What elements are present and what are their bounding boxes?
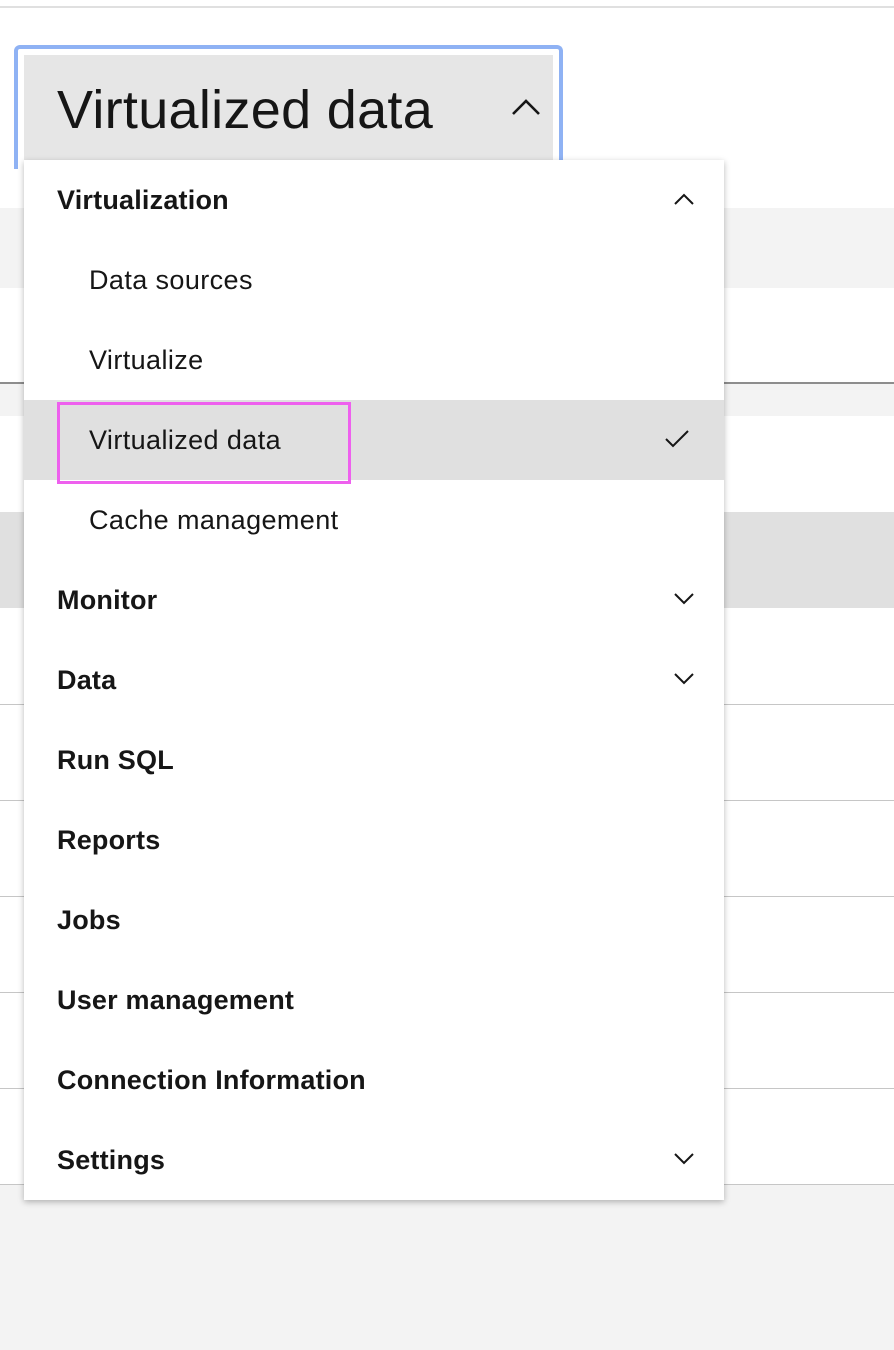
navigation-dropdown[interactable]: Virtualized data bbox=[24, 55, 553, 165]
menu-item-run-sql[interactable]: Run SQL bbox=[24, 720, 724, 800]
chevron-up-icon bbox=[674, 193, 694, 205]
menu-category-monitor[interactable]: Monitor bbox=[24, 560, 724, 640]
dropdown-menu: Virtualization Data sources Virtualize V… bbox=[24, 160, 724, 1200]
menu-item-label: Connection Information bbox=[57, 1064, 366, 1095]
menu-category-data[interactable]: Data bbox=[24, 640, 724, 720]
menu-item-virtualized-data[interactable]: Virtualized data bbox=[24, 400, 724, 480]
menu-item-label: Cache management bbox=[89, 504, 339, 535]
dropdown-selected-label: Virtualized data bbox=[57, 80, 434, 140]
menu-item-label: Virtualization bbox=[57, 184, 229, 215]
menu-item-user-management[interactable]: User management bbox=[24, 960, 724, 1040]
chevron-down-icon bbox=[674, 593, 694, 605]
menu-item-label: Data sources bbox=[89, 264, 253, 295]
chevron-up-icon bbox=[512, 99, 540, 115]
menu-item-cache-management[interactable]: Cache management bbox=[24, 480, 724, 560]
menu-item-label: Monitor bbox=[57, 584, 158, 615]
menu-item-jobs[interactable]: Jobs bbox=[24, 880, 724, 960]
menu-item-label: User management bbox=[57, 984, 295, 1015]
menu-item-label: Virtualize bbox=[89, 344, 204, 375]
menu-item-virtualize[interactable]: Virtualize bbox=[24, 320, 724, 400]
menu-category-virtualization[interactable]: Virtualization bbox=[24, 160, 724, 240]
menu-item-connection-information[interactable]: Connection Information bbox=[24, 1040, 724, 1120]
menu-item-label: Run SQL bbox=[57, 744, 174, 775]
header-divider bbox=[0, 6, 894, 8]
menu-item-label: Data bbox=[57, 664, 117, 695]
menu-item-label: Virtualized data bbox=[89, 424, 282, 455]
menu-item-label: Jobs bbox=[57, 904, 121, 935]
menu-item-label: Settings bbox=[57, 1144, 166, 1175]
menu-item-reports[interactable]: Reports bbox=[24, 800, 724, 880]
menu-item-data-sources[interactable]: Data sources bbox=[24, 240, 724, 320]
menu-category-settings[interactable]: Settings bbox=[24, 1120, 724, 1200]
chevron-down-icon bbox=[674, 1153, 694, 1165]
chevron-down-icon bbox=[674, 673, 694, 685]
checkmark-icon bbox=[665, 430, 689, 448]
menu-item-label: Reports bbox=[57, 824, 161, 855]
